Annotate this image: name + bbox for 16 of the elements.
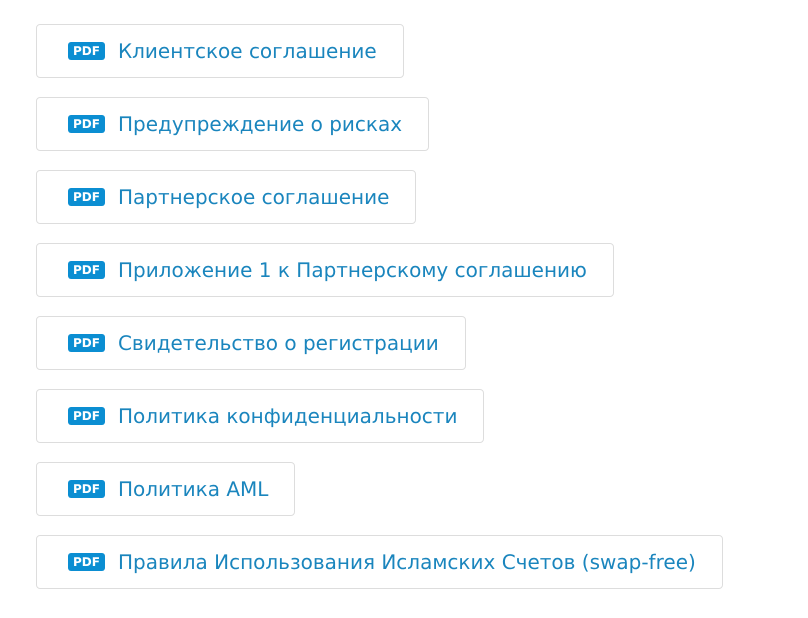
document-link[interactable]: PDF Приложение 1 к Партнерскому соглашению	[36, 243, 614, 297]
pdf-badge: PDF	[68, 480, 105, 498]
pdf-badge: PDF	[68, 261, 105, 279]
document-link[interactable]: PDF Партнерское соглашение	[36, 170, 416, 224]
pdf-badge: PDF	[68, 115, 105, 133]
pdf-badge: PDF	[68, 42, 105, 60]
document-link[interactable]: PDF Политика конфиденциальности	[36, 389, 484, 443]
pdf-badge: PDF	[68, 407, 105, 425]
pdf-badge: PDF	[68, 553, 105, 571]
document-link[interactable]: PDF Клиентское соглашение	[36, 24, 404, 78]
document-link[interactable]: PDF Предупреждение о рисках	[36, 97, 430, 151]
pdf-badge: PDF	[68, 188, 105, 206]
document-link[interactable]: PDF Свидетельство о регистрации	[36, 316, 466, 370]
document-link[interactable]: PDF Правила Использования Исламских Счетов (swap-free)	[36, 535, 723, 589]
document-link[interactable]: PDF Политика AML	[36, 462, 296, 516]
pdf-badge: PDF	[68, 334, 105, 352]
